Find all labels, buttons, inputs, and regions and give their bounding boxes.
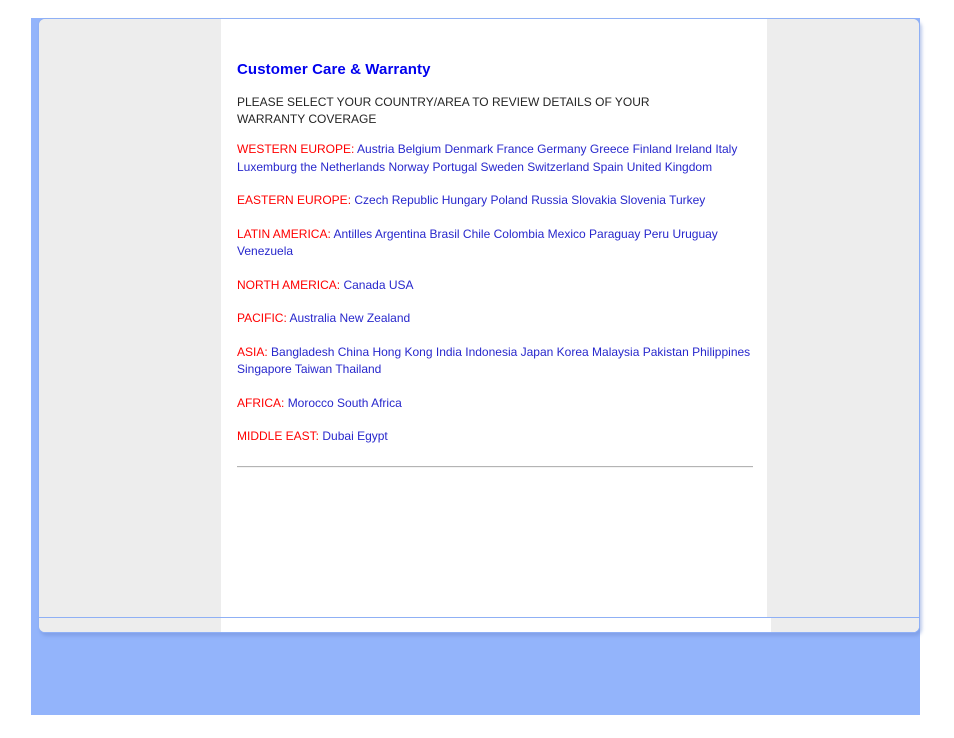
country-link[interactable]: Bangladesh — [271, 345, 334, 359]
country-link[interactable]: Korea — [557, 345, 589, 359]
country-link[interactable]: Chile — [463, 227, 490, 241]
right-sidebar-rail — [766, 19, 919, 632]
country-link[interactable]: Slovakia — [571, 193, 616, 207]
region-block: LATIN AMERICA: Antilles Argentina Brasil… — [237, 226, 752, 261]
country-link[interactable]: Ireland — [675, 142, 712, 156]
country-link[interactable]: Denmark — [444, 142, 493, 156]
country-link[interactable]: Argentina — [375, 227, 426, 241]
country-link[interactable]: Hong Kong — [372, 345, 432, 359]
region-block: EASTERN EUROPE: Czech Republic Hungary P… — [237, 192, 752, 210]
country-link[interactable]: Russia — [531, 193, 568, 207]
country-link[interactable]: Czech Republic — [354, 193, 438, 207]
country-link[interactable]: Venezuela — [237, 244, 293, 258]
region-label: WESTERN EUROPE: — [237, 142, 355, 156]
country-link[interactable]: India — [436, 345, 462, 359]
country-link[interactable]: Norway — [388, 160, 429, 174]
country-link[interactable]: Thailand — [335, 362, 381, 376]
main-content-column: Customer Care & Warranty PLEASE SELECT Y… — [221, 19, 766, 632]
content-panel: Customer Care & Warranty PLEASE SELECT Y… — [38, 18, 920, 633]
country-link[interactable]: Philippines — [692, 345, 750, 359]
region-block: NORTH AMERICA: Canada USA — [237, 277, 752, 295]
country-link[interactable]: Hungary — [442, 193, 487, 207]
region-label: NORTH AMERICA: — [237, 277, 341, 292]
region-block: AFRICA: Morocco South Africa — [237, 395, 752, 413]
country-link[interactable]: Antilles — [333, 227, 372, 241]
content-body: Customer Care & Warranty PLEASE SELECT Y… — [221, 19, 766, 468]
country-link[interactable]: Italy — [715, 142, 737, 156]
country-link[interactable]: United Kingdom — [627, 160, 712, 174]
country-link[interactable]: Germany — [537, 142, 586, 156]
panel-footer-rule — [39, 617, 919, 618]
country-link[interactable]: France — [496, 142, 533, 156]
country-link[interactable]: Belgium — [398, 142, 441, 156]
country-link[interactable]: Poland — [490, 193, 527, 207]
region-label: MIDDLE EAST: — [237, 429, 320, 443]
country-link[interactable]: South Africa — [337, 396, 402, 410]
region-label: ASIA: — [237, 344, 268, 359]
country-link[interactable]: Greece — [590, 142, 629, 156]
region-label: AFRICA: — [237, 395, 285, 410]
country-link[interactable]: Sweden — [481, 160, 524, 174]
country-link[interactable]: the Netherlands — [300, 160, 385, 174]
region-block: ASIA: Bangladesh China Hong Kong India I… — [237, 344, 752, 379]
country-link[interactable]: Egypt — [357, 429, 388, 443]
country-link[interactable]: China — [338, 345, 369, 359]
region-block: MIDDLE EAST: Dubai Egypt — [237, 428, 752, 446]
intro-instruction-text: PLEASE SELECT YOUR COUNTRY/AREA TO REVIE… — [237, 95, 650, 126]
country-link[interactable]: Dubai — [322, 429, 353, 443]
country-link[interactable]: Uruguay — [672, 227, 717, 241]
panel-inner: Customer Care & Warranty PLEASE SELECT Y… — [39, 19, 919, 632]
country-link[interactable]: Canada — [343, 278, 385, 292]
country-link[interactable]: Turkey — [669, 193, 705, 207]
region-label: EASTERN EUROPE: — [237, 193, 352, 207]
country-link[interactable]: Luxemburg — [237, 160, 297, 174]
country-link[interactable]: Brasil — [430, 227, 460, 241]
content-divider — [237, 465, 753, 468]
country-link[interactable]: Slovenia — [620, 193, 666, 207]
region-list: WESTERN EUROPE: Austria Belgium Denmark … — [237, 141, 752, 446]
region-block: PACIFIC: Australia New Zealand — [237, 310, 752, 328]
country-link[interactable]: USA — [389, 278, 414, 292]
page-title: Customer Care & Warranty — [237, 61, 431, 78]
country-link[interactable]: Mexico — [548, 227, 586, 241]
country-link[interactable]: Singapore — [237, 362, 292, 376]
region-label: LATIN AMERICA: — [237, 226, 331, 241]
panel-footer-strip-right — [771, 618, 919, 632]
country-link[interactable]: Morocco — [288, 396, 334, 410]
country-link[interactable]: Portugal — [433, 160, 478, 174]
country-link[interactable]: Pakistan — [643, 345, 689, 359]
country-link[interactable]: Spain — [593, 160, 624, 174]
region-block: WESTERN EUROPE: Austria Belgium Denmark … — [237, 141, 752, 176]
country-link[interactable]: New Zealand — [339, 311, 410, 325]
country-link[interactable]: Australia — [289, 311, 336, 325]
country-link[interactable]: Indonesia — [465, 345, 517, 359]
country-link[interactable]: Switzerland — [527, 160, 589, 174]
region-label: PACIFIC: — [237, 311, 287, 325]
left-sidebar-rail — [39, 19, 221, 632]
country-link[interactable]: Colombia — [494, 227, 545, 241]
country-link[interactable]: Paraguay — [589, 227, 640, 241]
country-link[interactable]: Austria — [357, 142, 394, 156]
country-link[interactable]: Malaysia — [592, 345, 639, 359]
country-link[interactable]: Japan — [521, 345, 554, 359]
country-link[interactable]: Taiwan — [295, 362, 332, 376]
country-link[interactable]: Finland — [633, 142, 672, 156]
country-link[interactable]: Peru — [644, 227, 669, 241]
